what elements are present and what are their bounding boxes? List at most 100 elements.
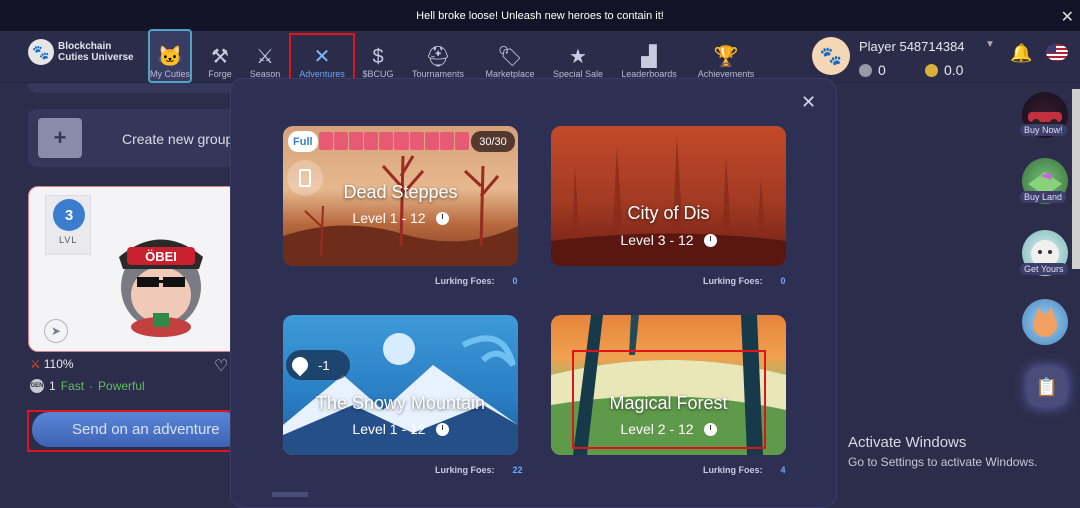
- foes-label: Lurking Foes:: [703, 276, 763, 286]
- podium-icon: ▟: [641, 46, 657, 68]
- silver-coin-icon: [859, 63, 872, 77]
- player-name: Player 548714384: [859, 39, 965, 54]
- lurking-foes: Lurking Foes: 4: [703, 465, 786, 475]
- trophy-icon: 🏆: [713, 46, 739, 68]
- paw-logo-icon: 🐾: [28, 39, 54, 65]
- foes-label: Lurking Foes:: [435, 276, 495, 286]
- avatar[interactable]: 🐾: [812, 37, 850, 75]
- energy-full-badge: Full: [288, 131, 318, 152]
- clipboard-icon[interactable]: 📋: [1028, 368, 1066, 406]
- foes-count: 22: [512, 465, 523, 475]
- trait-separator: ·: [89, 379, 94, 393]
- clock-icon: [703, 233, 717, 247]
- nav-label: My Cuties: [150, 69, 191, 79]
- adventure-name: Magical Forest: [609, 393, 728, 413]
- chevron-down-icon[interactable]: ▼: [985, 39, 995, 50]
- logo-line-1: Blockchain: [58, 41, 112, 52]
- buy-now-label[interactable]: Buy Now!: [1020, 124, 1067, 136]
- level-badge: 3: [53, 199, 85, 231]
- adventure-level-text: Level 3 - 12: [620, 232, 694, 248]
- lurking-foes: Lurking Foes: 0: [435, 276, 518, 286]
- foes-count: 0: [512, 276, 518, 286]
- banner-text: Hell broke loose! Unleash new heroes to …: [416, 9, 664, 22]
- adventure-level: Level 1 - 12: [283, 421, 518, 437]
- close-icon[interactable]: ✕: [801, 92, 816, 113]
- send-adventure-button[interactable]: Send on an adventure: [32, 412, 242, 447]
- cat-face-icon: 🐱: [157, 46, 183, 68]
- nav-season[interactable]: ⚔ Season: [246, 35, 284, 81]
- anvil-icon: ⚒: [211, 46, 229, 68]
- nav-tournaments[interactable]: ⛑ Tournaments: [406, 35, 470, 81]
- gen-icon: GEN: [30, 379, 44, 393]
- trait-fast: Fast: [60, 379, 85, 393]
- clock-icon: [435, 422, 449, 436]
- announcement-banner: Hell broke loose! Unleash new heroes to …: [0, 0, 1080, 31]
- adventure-level: Level 1 - 12: [283, 210, 518, 226]
- gen-traits: GEN 1 Fast · Powerful: [30, 379, 145, 393]
- crossed-swords-icon: ✕: [313, 46, 331, 68]
- cap-text: ÖBEI: [145, 249, 177, 264]
- foes-count: 4: [780, 465, 786, 475]
- foes-label: Lurking Foes:: [703, 465, 763, 475]
- nav-my-cuties[interactable]: 🐱 My Cuties: [148, 29, 192, 83]
- adventure-level-text: Level 1 - 12: [352, 421, 426, 437]
- nav-special-sale[interactable]: ★ Special Sale: [548, 35, 608, 81]
- activate-windows-title: Activate Windows: [848, 434, 967, 451]
- buy-land-label[interactable]: Buy Land: [1020, 191, 1067, 203]
- water-drop-value: -1: [318, 357, 330, 373]
- power-icon: ⚔: [30, 357, 41, 371]
- stat-percent-value: 110%: [43, 357, 74, 371]
- balance-silver-value: 0: [878, 62, 886, 78]
- gen-value: 1: [49, 379, 56, 393]
- get-yours-label[interactable]: Get Yours: [1020, 263, 1068, 275]
- logo[interactable]: 🐾 Blockchain Cuties Universe: [28, 39, 134, 65]
- nav-leaderboards[interactable]: ▟ Leaderboards: [616, 35, 682, 81]
- tab-indicator: [272, 492, 308, 497]
- balance-gold: 0.0: [925, 62, 963, 78]
- adventure-magical-forest[interactable]: Magical Forest Level 2 - 12: [551, 315, 786, 455]
- logo-line-2: Cuties Universe: [58, 52, 134, 63]
- level-word: LVL: [59, 235, 78, 245]
- token-chart-icon: $: [372, 46, 384, 68]
- lurking-foes: Lurking Foes: 22: [435, 465, 523, 475]
- close-icon[interactable]: ✕: [1061, 7, 1074, 27]
- battery-icon: [287, 160, 323, 196]
- water-drop-icon: [288, 353, 312, 377]
- sidebar-item-fox[interactable]: [1022, 299, 1068, 345]
- scrollbar[interactable]: [1072, 89, 1080, 269]
- nav-bcug[interactable]: $ $BCUG: [360, 35, 396, 81]
- adventure-level-text: Level 2 - 12: [620, 421, 694, 437]
- clock-icon: [703, 422, 717, 436]
- adventure-level: Level 2 - 12: [551, 421, 786, 437]
- adventure-level-text: Level 1 - 12: [352, 210, 426, 226]
- star-icon: ★: [569, 46, 587, 68]
- tag-icon: 🏷: [497, 46, 523, 68]
- bell-icon[interactable]: 🔔: [1010, 43, 1032, 64]
- sword-icon: ⚔: [256, 46, 274, 68]
- folder-plus-icon: +: [38, 118, 82, 158]
- nav-adventures[interactable]: ✕ Adventures: [294, 35, 350, 81]
- nav-marketplace[interactable]: 🏷 Marketplace: [480, 35, 540, 81]
- telegram-icon[interactable]: ➤: [44, 319, 68, 343]
- energy-count: 30/30: [471, 131, 515, 152]
- panel-edge: [28, 83, 238, 93]
- nav-label: Forge: [208, 69, 232, 79]
- adventure-city-of-dis[interactable]: City of Dis Level 3 - 12: [551, 126, 786, 266]
- us-flag-icon[interactable]: [1046, 44, 1068, 61]
- nav-achievements[interactable]: 🏆 Achievements: [692, 35, 760, 81]
- adventure-snowy-mountain[interactable]: The Snowy Mountain Level 1 - 12: [283, 315, 518, 455]
- helmet-icon: ⛑: [425, 46, 451, 68]
- foes-label: Lurking Foes:: [435, 465, 495, 475]
- create-group-label: Create new group: [122, 131, 234, 147]
- create-group-button[interactable]: + Create new group: [28, 109, 238, 167]
- nav-forge[interactable]: ⚒ Forge: [202, 35, 238, 81]
- water-drop-badge: -1: [286, 350, 350, 380]
- balance-gold-value: 0.0: [944, 62, 964, 78]
- clock-icon: [435, 211, 449, 225]
- heart-icon[interactable]: ♡: [214, 356, 228, 376]
- top-nav: 🐾 Blockchain Cuties Universe 🐱 My Cuties…: [0, 29, 1080, 83]
- cutie-card[interactable]: 3 LVL ÖBEI ➤: [28, 186, 238, 352]
- gold-coin-icon: [925, 63, 938, 77]
- adventure-level: Level 3 - 12: [551, 232, 786, 248]
- foes-count: 0: [780, 276, 786, 286]
